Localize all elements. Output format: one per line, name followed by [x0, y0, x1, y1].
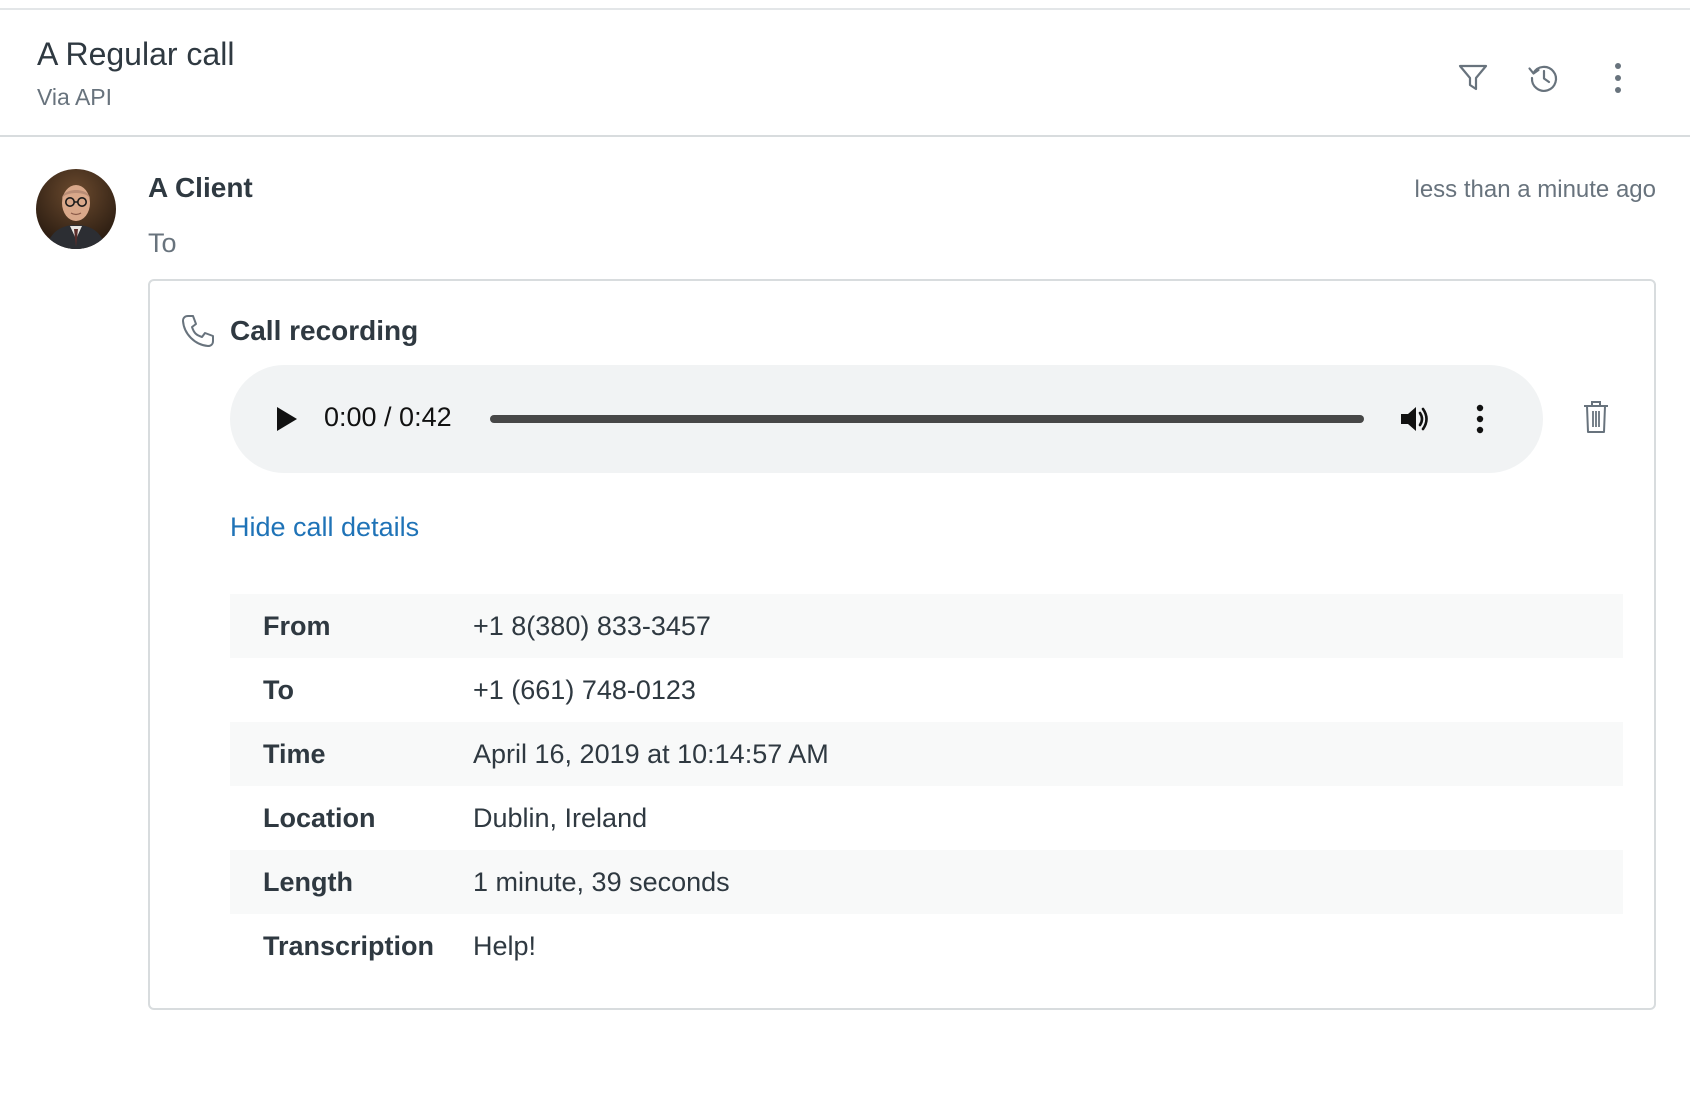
- trash-icon[interactable]: [1578, 397, 1614, 437]
- ticket-title: A Regular call: [37, 36, 235, 72]
- details-row-to: To +1 (661) 748-0123: [230, 658, 1623, 722]
- call-recording-card: Call recording 0:00 / 0:42 Hide call det…: [148, 279, 1656, 1010]
- ticket-channel: Via API: [37, 84, 113, 110]
- details-value: Help!: [473, 931, 537, 961]
- card-title: Call recording: [230, 315, 419, 346]
- details-row-time: Time April 16, 2019 at 10:14:57 AM: [230, 722, 1623, 786]
- phone-icon: [180, 313, 216, 349]
- details-row-length: Length 1 minute, 39 seconds: [230, 850, 1623, 914]
- details-value: +1 8(380) 833-3457: [473, 611, 711, 641]
- player-more-icon[interactable]: [1462, 399, 1498, 439]
- audio-progress-track[interactable]: [490, 415, 1364, 423]
- details-value: April 16, 2019 at 10:14:57 AM: [473, 739, 829, 769]
- details-value: Dublin, Ireland: [473, 803, 648, 833]
- details-key: From: [263, 611, 331, 641]
- audio-time-display: 0:00 / 0:42: [324, 402, 452, 432]
- details-row-transcription: Transcription Help!: [230, 914, 1623, 978]
- event-author[interactable]: A Client: [148, 172, 253, 204]
- details-key: Time: [263, 739, 326, 769]
- event-timestamp: less than a minute ago: [1414, 176, 1657, 203]
- more-vertical-icon[interactable]: [1596, 56, 1640, 100]
- details-value: 1 minute, 39 seconds: [473, 867, 730, 897]
- details-key: To: [263, 675, 294, 705]
- hide-call-details-link[interactable]: Hide call details: [230, 512, 419, 543]
- details-key: Length: [263, 867, 353, 897]
- play-icon[interactable]: [266, 399, 306, 439]
- audio-player[interactable]: 0:00 / 0:42: [230, 365, 1543, 473]
- ticket-header: A Regular call Via API: [0, 10, 1690, 137]
- history-icon[interactable]: [1522, 56, 1566, 100]
- details-row-from: From +1 8(380) 833-3457: [230, 594, 1623, 658]
- avatar: [36, 169, 116, 249]
- filter-icon[interactable]: [1451, 56, 1495, 100]
- volume-icon[interactable]: [1396, 399, 1436, 439]
- avatar-image: [36, 169, 116, 249]
- details-key: Transcription: [263, 931, 435, 961]
- details-value: +1 (661) 748-0123: [473, 675, 696, 705]
- event-to-label: To: [148, 228, 177, 258]
- call-details-table: From +1 8(380) 833-3457 To +1 (661) 748-…: [230, 594, 1623, 978]
- details-key: Location: [263, 803, 376, 833]
- details-row-location: Location Dublin, Ireland: [230, 786, 1623, 850]
- ticket-page: A Regular call Via API A Client less tha…: [0, 0, 1690, 1100]
